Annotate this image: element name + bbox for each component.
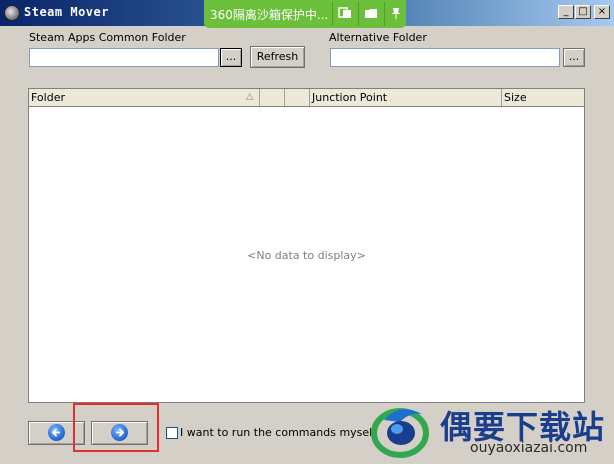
run-commands-checkbox[interactable] [166,427,178,439]
next-button-highlight [73,403,159,452]
steam-folder-input[interactable] [29,48,219,67]
column-header-folder[interactable]: Folder △ [29,89,260,106]
refresh-button[interactable]: Refresh [250,46,305,68]
steam-app-icon [4,5,20,21]
alt-folder-label: Alternative Folder [329,31,427,44]
grid-header: Folder △ Junction Point Size [29,89,584,107]
window-title: Steam Mover [24,5,109,19]
folder-grid[interactable]: Folder △ Junction Point Size <No data to… [28,88,585,403]
alt-folder-browse-button[interactable]: ... [563,48,585,67]
alt-folder-input[interactable] [330,48,560,67]
arrow-left-circle-icon [48,424,65,441]
empty-grid-message: <No data to display> [247,249,366,262]
column-header-junction-point[interactable]: Junction Point [310,89,502,106]
sort-ascending-icon: △ [246,92,253,102]
watermark-logo [371,408,429,458]
column-header-label: Folder [31,91,65,104]
sandbox-window-icon[interactable] [338,7,352,19]
close-button[interactable]: × [594,5,610,19]
watermark-url: ouyaoxiazai.com [470,440,588,456]
sandbox-separator [358,2,359,26]
column-header-blank-2[interactable] [285,89,310,106]
steam-folder-browse-button[interactable]: ... [220,48,242,67]
sandbox-overlay: 360隔离沙箱保护中... [204,0,406,28]
sandbox-status-text: 360隔离沙箱保护中... [210,8,329,22]
pin-icon[interactable] [389,7,403,19]
column-header-blank-1[interactable] [260,89,285,106]
sandbox-separator [384,2,385,26]
steam-folder-label: Steam Apps Common Folder [29,31,186,44]
maximize-button[interactable]: □ [575,5,591,19]
minimize-button[interactable]: _ [558,5,574,19]
sandbox-separator [332,2,333,26]
folder-icon[interactable] [364,7,378,19]
run-commands-label[interactable]: I want to run the commands myself [180,426,376,439]
column-header-size[interactable]: Size [502,89,584,106]
